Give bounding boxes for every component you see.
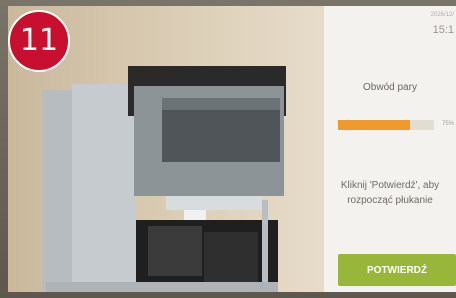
progress-percent: 75% xyxy=(441,121,454,127)
machine-display-glare xyxy=(162,98,280,110)
time-display: 15:1 xyxy=(432,24,454,36)
machine-dispenser-box xyxy=(204,232,258,282)
machine-spout xyxy=(184,210,206,220)
progress-fill xyxy=(338,120,410,130)
instruction-text: Kliknij 'Potwierdź', aby rozpocząć płuka… xyxy=(340,180,440,206)
machine-base xyxy=(46,282,278,292)
progress-bar xyxy=(338,120,434,130)
step-number-badge: 11 xyxy=(8,10,70,72)
info-panel: 2026/12/ 15:1 Obwód pary 75% Kliknij 'Po… xyxy=(324,6,456,292)
machine-body-left xyxy=(72,84,136,292)
machine-spout-housing xyxy=(166,196,262,210)
machine-cup-grid xyxy=(148,226,202,276)
machine-left-side xyxy=(42,90,72,292)
step-title: Obwód pary xyxy=(363,82,417,93)
date-display: 2026/12/ xyxy=(430,12,454,18)
confirm-button[interactable]: POTWIERDŹ xyxy=(338,254,456,286)
touch-screen: 2026/12/ 15:1 Obwód pary 75% Kliknij 'Po… xyxy=(8,6,456,292)
machine-steam-wand xyxy=(262,200,268,286)
